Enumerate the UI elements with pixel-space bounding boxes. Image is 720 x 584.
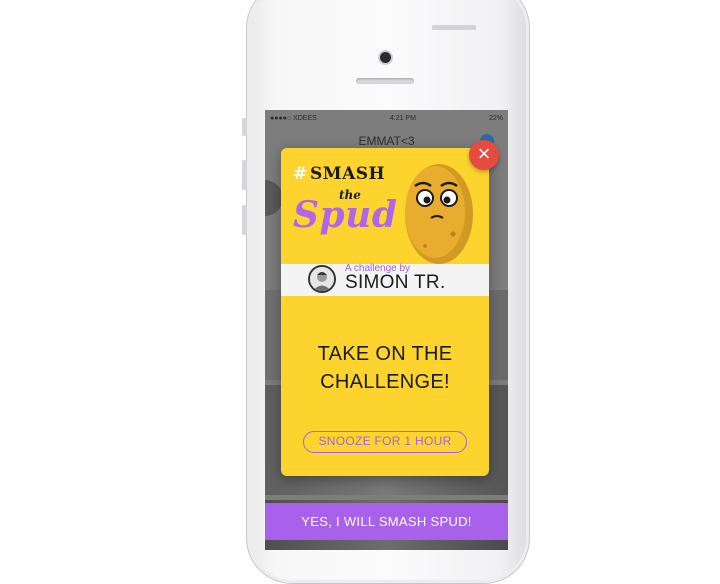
close-button[interactable]: × xyxy=(469,140,499,170)
clock: 4:21 PM xyxy=(389,114,416,122)
challenge-modal: # SMASH the Spud xyxy=(281,148,489,476)
headline-line-1: TAKE ON THE xyxy=(317,343,453,365)
volume-down-button xyxy=(242,205,247,235)
volume-up-button xyxy=(242,160,247,190)
front-camera xyxy=(380,52,391,63)
headline-line-2: CHALLENGE! xyxy=(320,371,450,393)
status-bar: ●●●●○ XDEES 4:21 PM 22% xyxy=(265,110,508,126)
challenge-headline: TAKE ON THE CHALLENGE! xyxy=(281,340,489,396)
power-button xyxy=(432,25,476,30)
logo-smash: SMASH xyxy=(310,164,386,184)
earpiece-speaker xyxy=(356,78,414,84)
potato-mascot-icon xyxy=(405,164,473,264)
carrier-label: ●●●●○ XDEES xyxy=(270,114,317,122)
accept-challenge-button[interactable]: YES, I WILL SMASH SPUD! xyxy=(265,503,508,540)
mute-switch xyxy=(242,118,247,136)
challenger-name[interactable]: SIMON TR. xyxy=(345,272,446,294)
battery-label: 22% xyxy=(488,114,503,122)
snooze-button[interactable]: SNOOZE FOR 1 HOUR xyxy=(303,431,467,453)
logo-hash: # xyxy=(293,164,308,184)
close-icon: × xyxy=(477,141,491,166)
challenger-avatar xyxy=(308,265,336,293)
user-photo-icon xyxy=(310,267,334,291)
logo-spud: Spud xyxy=(293,194,398,236)
